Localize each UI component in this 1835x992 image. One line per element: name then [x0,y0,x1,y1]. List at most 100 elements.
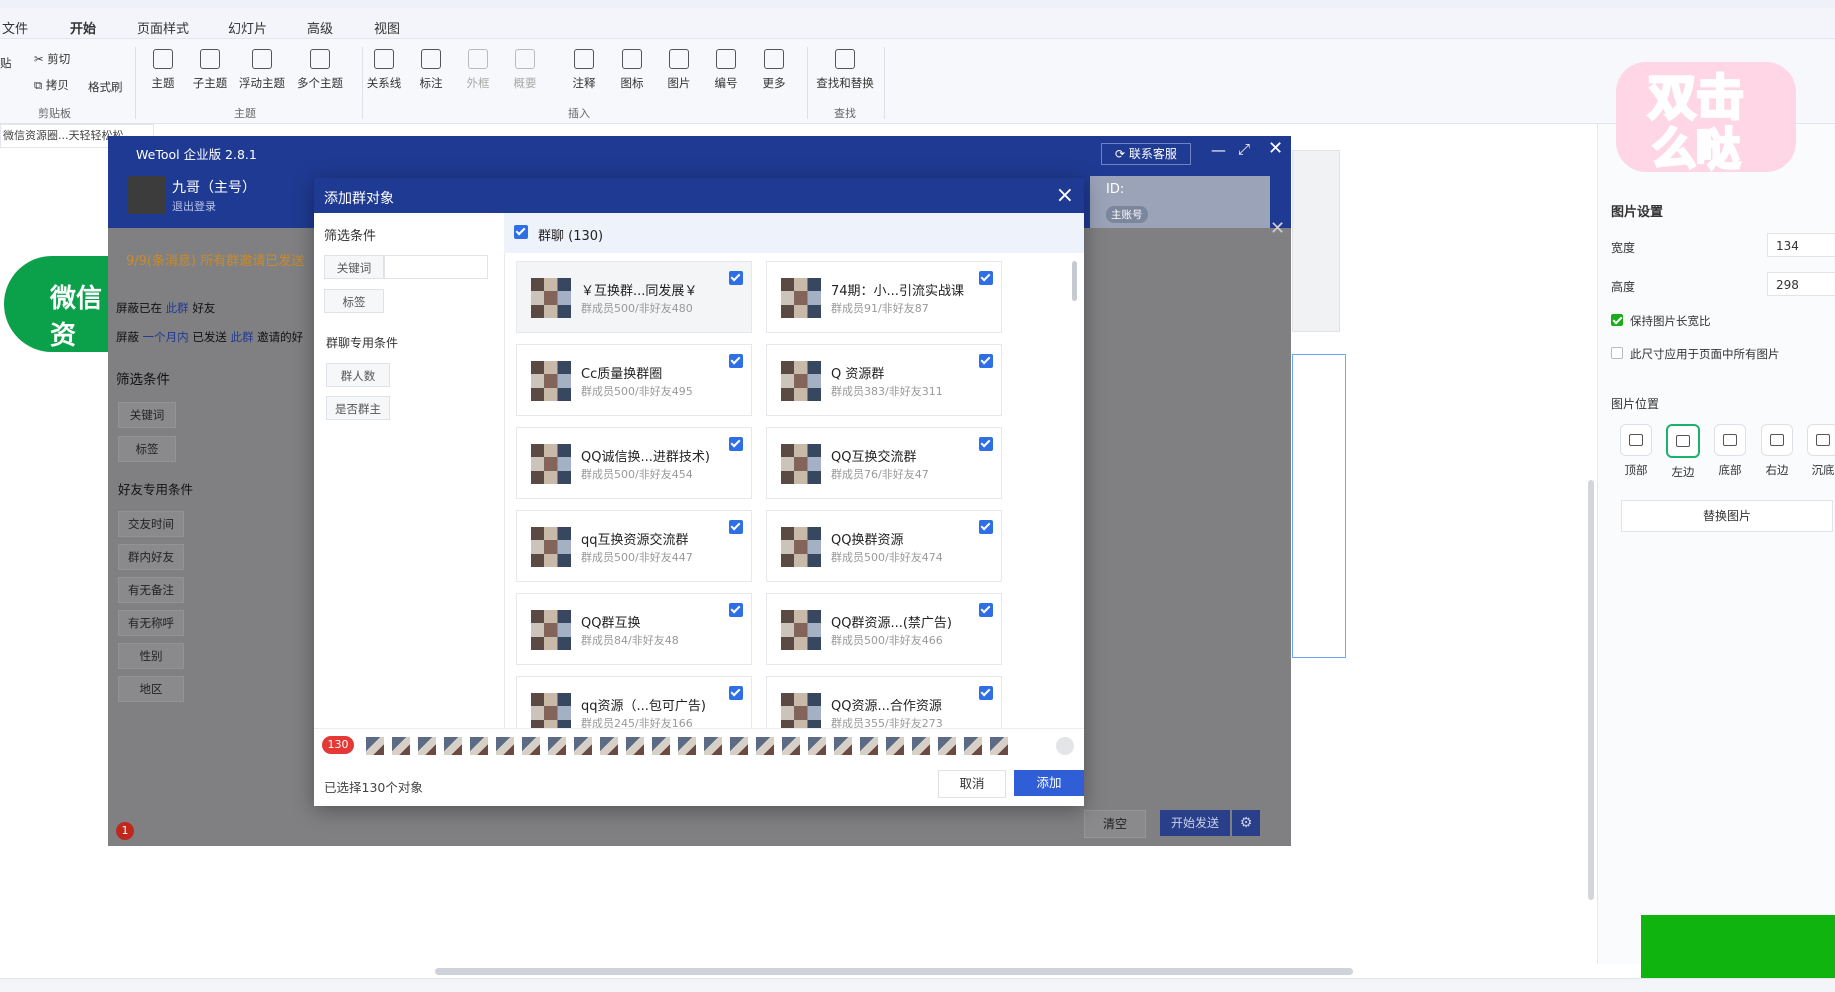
panel-close-icon[interactable]: ✕ [1270,218,1285,239]
selected-avatar[interactable] [782,737,800,755]
friend-filter-date[interactable]: 交友时间 [118,511,184,537]
position-top-option[interactable]: 顶部 [1614,424,1658,478]
clear-button[interactable]: 清空 [1084,810,1146,838]
menu-tab-home[interactable]: 开始 [70,18,96,42]
find-replace-button[interactable]: 查找和替换 [814,49,876,91]
multi-topic-button[interactable]: 多个主题 [294,49,346,91]
selected-avatar[interactable] [730,737,748,755]
selected-avatar[interactable] [834,737,852,755]
selected-avatar[interactable] [704,737,722,755]
floating-topic-button[interactable]: 浮动主题 [236,49,288,91]
position-left-option[interactable]: 左边 [1661,424,1705,480]
shield-2-link-1[interactable]: 一个月内 [143,330,189,344]
start-send-button[interactable]: 开始发送 [1160,810,1230,836]
group-card[interactable]: QQ资源...合作资源 群成员355/非好友273 [766,676,1002,728]
shield-1-link[interactable]: 此群 [166,301,189,315]
width-input[interactable]: 134 [1767,233,1835,257]
friend-filter-gender[interactable]: 性别 [118,643,184,669]
group-card[interactable]: QQ诚信换...进群技术) 群成员500/非好友454 [516,427,752,499]
close-icon[interactable]: ✕ [1268,138,1283,159]
settings-icon[interactable]: ⚙ [1232,810,1260,836]
copy-button[interactable]: ⧉ 拷贝 [34,77,69,93]
replace-image-button[interactable]: 替换图片 [1621,500,1833,532]
notification-badge[interactable]: 1 [116,822,134,840]
select-all-checkbox[interactable] [514,225,528,239]
group-checkbox[interactable] [979,520,993,534]
menu-tab-view[interactable]: 视图 [374,18,400,37]
group-checkbox[interactable] [729,603,743,617]
group-list-scrollbar[interactable] [1072,261,1077,301]
tag-filter[interactable]: 标签 [118,436,176,462]
keyword-filter[interactable]: 关键词 [118,402,176,428]
apply-all-checkbox[interactable] [1611,347,1623,359]
dialog-close-icon[interactable]: × [1056,183,1074,208]
group-checkbox[interactable] [729,354,743,368]
icon-button[interactable]: 图标 [606,49,658,91]
group-card[interactable]: qq资源（...包可广告) 群成员245/非好友166 [516,676,752,728]
callout-button[interactable]: 标注 [405,49,457,91]
friend-filter-region[interactable]: 地区 [118,676,184,702]
group-checkbox[interactable] [979,437,993,451]
dialog-tag-filter[interactable]: 标签 [324,289,384,313]
vertical-scrollbar[interactable] [1588,480,1594,900]
more-button[interactable]: 更多 [748,49,800,91]
selected-avatar[interactable] [444,737,462,755]
selected-avatar[interactable] [522,737,540,755]
boundary-button[interactable]: 外框 [452,49,504,91]
position-sink-option[interactable]: 沉底 [1801,424,1835,478]
horizontal-scrollbar[interactable] [435,968,1353,975]
group-checkbox[interactable] [979,603,993,617]
selected-avatar[interactable] [600,737,618,755]
keep-ratio-checkbox[interactable] [1611,314,1623,326]
group-checkbox[interactable] [729,520,743,534]
dialog-keyword-input[interactable] [384,255,488,279]
selected-avatar[interactable] [938,737,956,755]
group-card[interactable]: 74期：小...引流实战课 群成员91/非好友87 [766,261,1002,333]
selected-avatar[interactable] [808,737,826,755]
selected-avatar[interactable] [756,737,774,755]
group-card[interactable]: QQ群互换 群成员84/非好友48 [516,593,752,665]
group-checkbox[interactable] [979,354,993,368]
group-card[interactable]: Q 资源群 群成员383/非好友311 [766,344,1002,416]
menu-tab-page-style[interactable]: 页面样式 [137,18,189,37]
selected-avatar[interactable] [886,737,904,755]
group-checkbox[interactable] [729,437,743,451]
selected-avatar[interactable] [678,737,696,755]
group-card[interactable]: QQ互换交流群 群成员76/非好友47 [766,427,1002,499]
group-card[interactable]: ￥互换群...同发展￥ 群成员500/非好友480 [516,261,752,333]
menu-tab-slides[interactable]: 幻灯片 [228,18,267,37]
image-button[interactable]: 图片 [653,49,705,91]
group-card[interactable]: Cc质量换群圈 群成员500/非好友495 [516,344,752,416]
selected-avatar[interactable] [392,737,410,755]
group-card[interactable]: qq互换资源交流群 群成员500/非好友447 [516,510,752,582]
shield-2-link-2[interactable]: 此群 [230,330,253,344]
add-button[interactable]: 添加 [1014,770,1084,796]
note-button[interactable]: 注释 [558,49,610,91]
cut-button[interactable]: ✂ 剪切 [34,51,70,67]
page-thumbnail[interactable] [1292,150,1340,332]
group-checkbox[interactable] [729,271,743,285]
selected-avatar[interactable] [418,737,436,755]
group-checkbox[interactable] [729,686,743,700]
group-card[interactable]: QQ换群资源 群成员500/非好友474 [766,510,1002,582]
contact-support-button[interactable]: ⟳ 联系客服 [1101,143,1191,165]
selected-avatar[interactable] [964,737,982,755]
paste-button[interactable]: 贴 [0,55,12,71]
selected-avatar[interactable] [652,737,670,755]
page-preview[interactable] [1292,354,1346,658]
logout-link[interactable]: 退出登录 [172,198,216,214]
group-checkbox[interactable] [979,271,993,285]
friend-filter-title-name[interactable]: 有无称呼 [118,610,184,636]
relation-line-button[interactable]: 关系线 [358,49,410,91]
friend-filter-remark[interactable]: 有无备注 [118,577,184,603]
menu-tab-advanced[interactable]: 高级 [307,18,333,37]
selected-avatar[interactable] [470,737,488,755]
selected-avatar[interactable] [366,737,384,755]
selected-avatar[interactable] [548,737,566,755]
position-right-option[interactable]: 右边 [1755,424,1799,478]
selected-avatar[interactable] [990,737,1008,755]
numbering-button[interactable]: 编号 [700,49,752,91]
member-count-filter[interactable]: 群人数 [326,363,390,387]
position-bottom-option[interactable]: 底部 [1708,424,1752,478]
cancel-button[interactable]: 取消 [938,770,1006,798]
